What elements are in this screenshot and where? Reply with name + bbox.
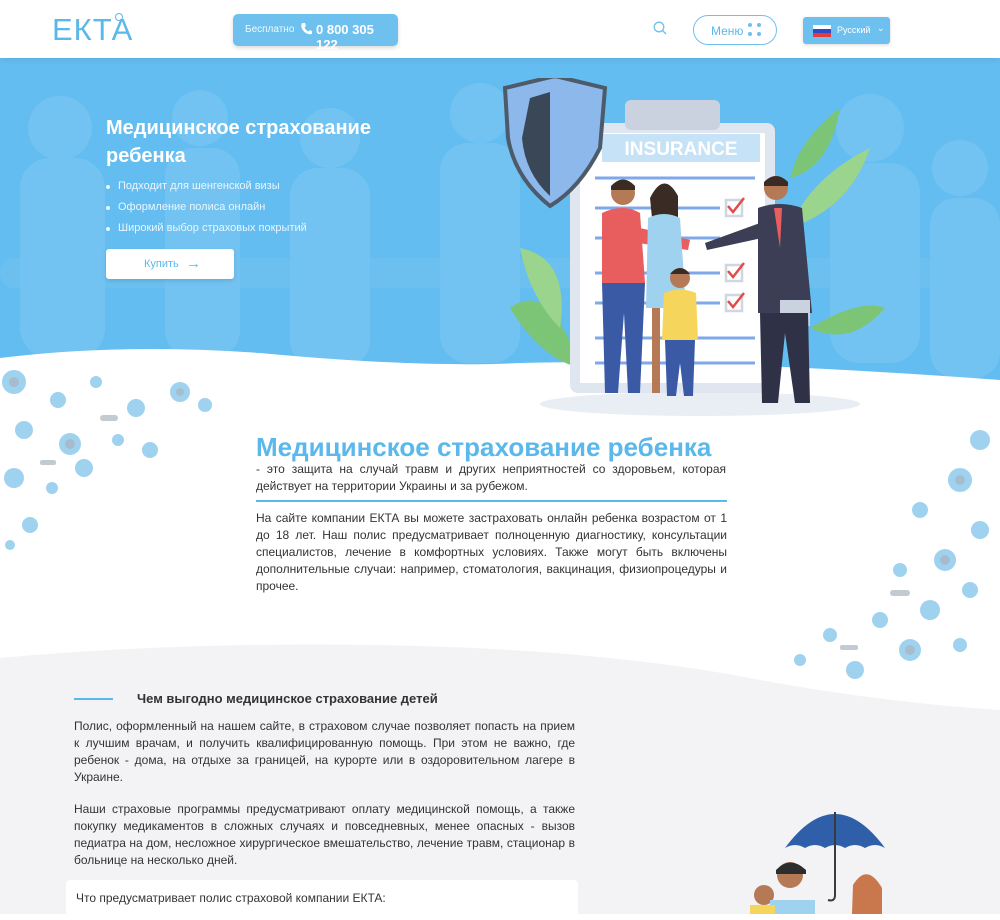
- benefits-paragraph: Полис, оформленный на нашем сайте, в стр…: [74, 719, 575, 784]
- insurance-sign: INSURANCE: [625, 139, 738, 160]
- family-insurance-illustration: INSURANCE: [502, 78, 885, 416]
- coverage-card: Что предусматривает полис страховой комп…: [66, 880, 578, 920]
- grid-icon: [748, 23, 762, 37]
- section-accent-line: [74, 698, 113, 700]
- hero-bullet: Широкий выбор страховых покрытий: [106, 222, 307, 243]
- hero-bullet: Оформление полиса онлайн: [106, 201, 307, 222]
- buy-button[interactable]: Купить →: [106, 249, 234, 279]
- language-label: Русский: [837, 25, 871, 35]
- phone-free-label: Бесплатно: [245, 24, 295, 35]
- coverage-card-label: Что предусматривает полис страховой комп…: [76, 891, 386, 905]
- family-umbrella-illustration: [750, 812, 885, 914]
- divider: [256, 500, 727, 502]
- logo-mark: [115, 13, 123, 21]
- phone-icon: [301, 23, 312, 35]
- benefits-paragraph: Наши страховые программы предусматривают…: [74, 802, 575, 867]
- phone-number: 0 800 305 122: [316, 22, 374, 52]
- benefits-title: Чем выгодно медицинское страхование дете…: [137, 691, 438, 706]
- hero-bullet: Подходит для шенгенской визы: [106, 180, 307, 201]
- hero-bullet-list: Подходит для шенгенской визы Оформление …: [106, 180, 307, 243]
- phone-button[interactable]: Бесплатно 0 800 305 122: [233, 14, 398, 52]
- menu-label: Меню: [711, 24, 744, 38]
- language-selector[interactable]: Русский ⌄: [803, 17, 890, 44]
- article-title: Медицинское страхование ребенка: [256, 432, 712, 462]
- article-body: На сайте компании ЕКТА вы можете застрах…: [256, 511, 727, 593]
- buy-label: Купить: [144, 258, 179, 270]
- chevron-down-icon: ⌄: [877, 23, 885, 33]
- article-subtitle: - это защита на случай травм и других не…: [256, 462, 726, 493]
- menu-button[interactable]: Меню: [693, 15, 777, 45]
- medical-pattern-left: [2, 370, 212, 550]
- search-icon[interactable]: [653, 21, 667, 35]
- russian-flag-icon: [813, 25, 831, 37]
- site-header: ЕКТА Бесплатно 0 800 305 122 Меню Русски…: [0, 0, 1000, 58]
- arrow-right-icon: →: [186, 255, 201, 272]
- hero-title: Медицинское страхование ребенка: [106, 117, 371, 167]
